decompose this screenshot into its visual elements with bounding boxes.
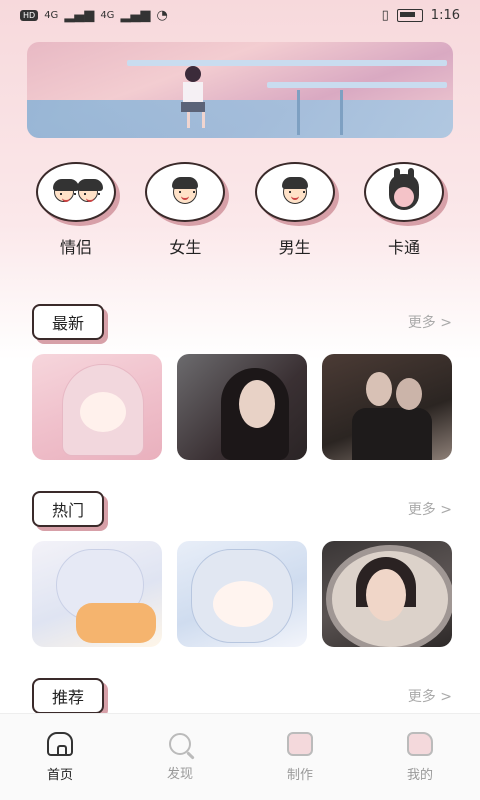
home-icon	[47, 731, 73, 756]
battery-icon	[396, 8, 423, 22]
tab-home[interactable]: 首页	[20, 731, 100, 783]
section-title: 热门	[32, 491, 105, 527]
signal-1: 4G	[44, 9, 59, 21]
discover-icon	[169, 732, 191, 755]
signal-bars-icon: ▂▄▆	[120, 7, 151, 23]
hd-badge: HD	[20, 9, 39, 21]
category-row: 情侣 女生 男生 卡通	[30, 162, 450, 258]
more-link[interactable]: 更多 >	[408, 312, 452, 332]
banner-image[interactable]	[27, 42, 453, 138]
mine-icon	[407, 731, 433, 756]
totoro-icon	[388, 168, 419, 210]
section-recommend: 推荐 更多 >	[32, 678, 452, 714]
tab-make[interactable]: 制作	[260, 731, 340, 783]
section-title: 推荐	[32, 678, 105, 714]
tab-mine[interactable]: 我的	[380, 731, 460, 783]
bottom-tab-bar: 首页 发现 制作 我的	[0, 713, 480, 800]
wallpaper-thumb[interactable]	[322, 354, 452, 460]
section-hot: 热门 更多 >	[32, 491, 452, 647]
tab-label: 发现	[166, 766, 193, 782]
category-label: 卡通	[387, 238, 420, 257]
status-bar: HD 4G ▂▄▆ 4G ▂▄▆ ◔ ▯ 1:16	[0, 0, 480, 30]
category-label: 男生	[278, 238, 311, 257]
wallpaper-thumb[interactable]	[322, 541, 452, 647]
category-label: 情侣	[59, 238, 92, 257]
wallpaper-thumb[interactable]	[32, 541, 162, 647]
couple-icon	[53, 179, 103, 202]
banner-girl-figure	[177, 66, 207, 128]
status-time: 1:16	[430, 7, 460, 23]
wallpaper-thumb[interactable]	[177, 541, 307, 647]
category-boy[interactable]: 男生	[249, 162, 341, 258]
category-couple[interactable]: 情侣	[30, 162, 122, 258]
signal-2: 4G	[100, 9, 115, 21]
section-latest: 最新 更多 >	[32, 304, 452, 460]
boy-icon	[281, 177, 308, 204]
wifi-icon: ◔	[156, 7, 168, 23]
signal-bars-icon: ▂▄▆	[64, 7, 95, 23]
more-link[interactable]: 更多 >	[408, 686, 452, 706]
status-right: ▯ 1:16	[382, 8, 460, 23]
wallpaper-thumb[interactable]	[32, 354, 162, 460]
status-left: HD 4G ▂▄▆ 4G ▂▄▆ ◔	[20, 8, 168, 23]
vibrate-icon: ▯	[381, 7, 389, 23]
tab-label: 制作	[286, 767, 313, 783]
more-link[interactable]: 更多 >	[408, 499, 452, 519]
section-title: 最新	[32, 304, 105, 340]
girl-icon	[172, 177, 199, 204]
tab-label: 首页	[46, 767, 73, 783]
tab-discover[interactable]: 发现	[140, 732, 220, 782]
wallpaper-thumb[interactable]	[177, 354, 307, 460]
tab-label: 我的	[406, 767, 433, 783]
category-girl[interactable]: 女生	[139, 162, 231, 258]
category-cartoon[interactable]: 卡通	[358, 162, 450, 258]
category-label: 女生	[169, 238, 202, 257]
make-icon	[287, 731, 313, 756]
